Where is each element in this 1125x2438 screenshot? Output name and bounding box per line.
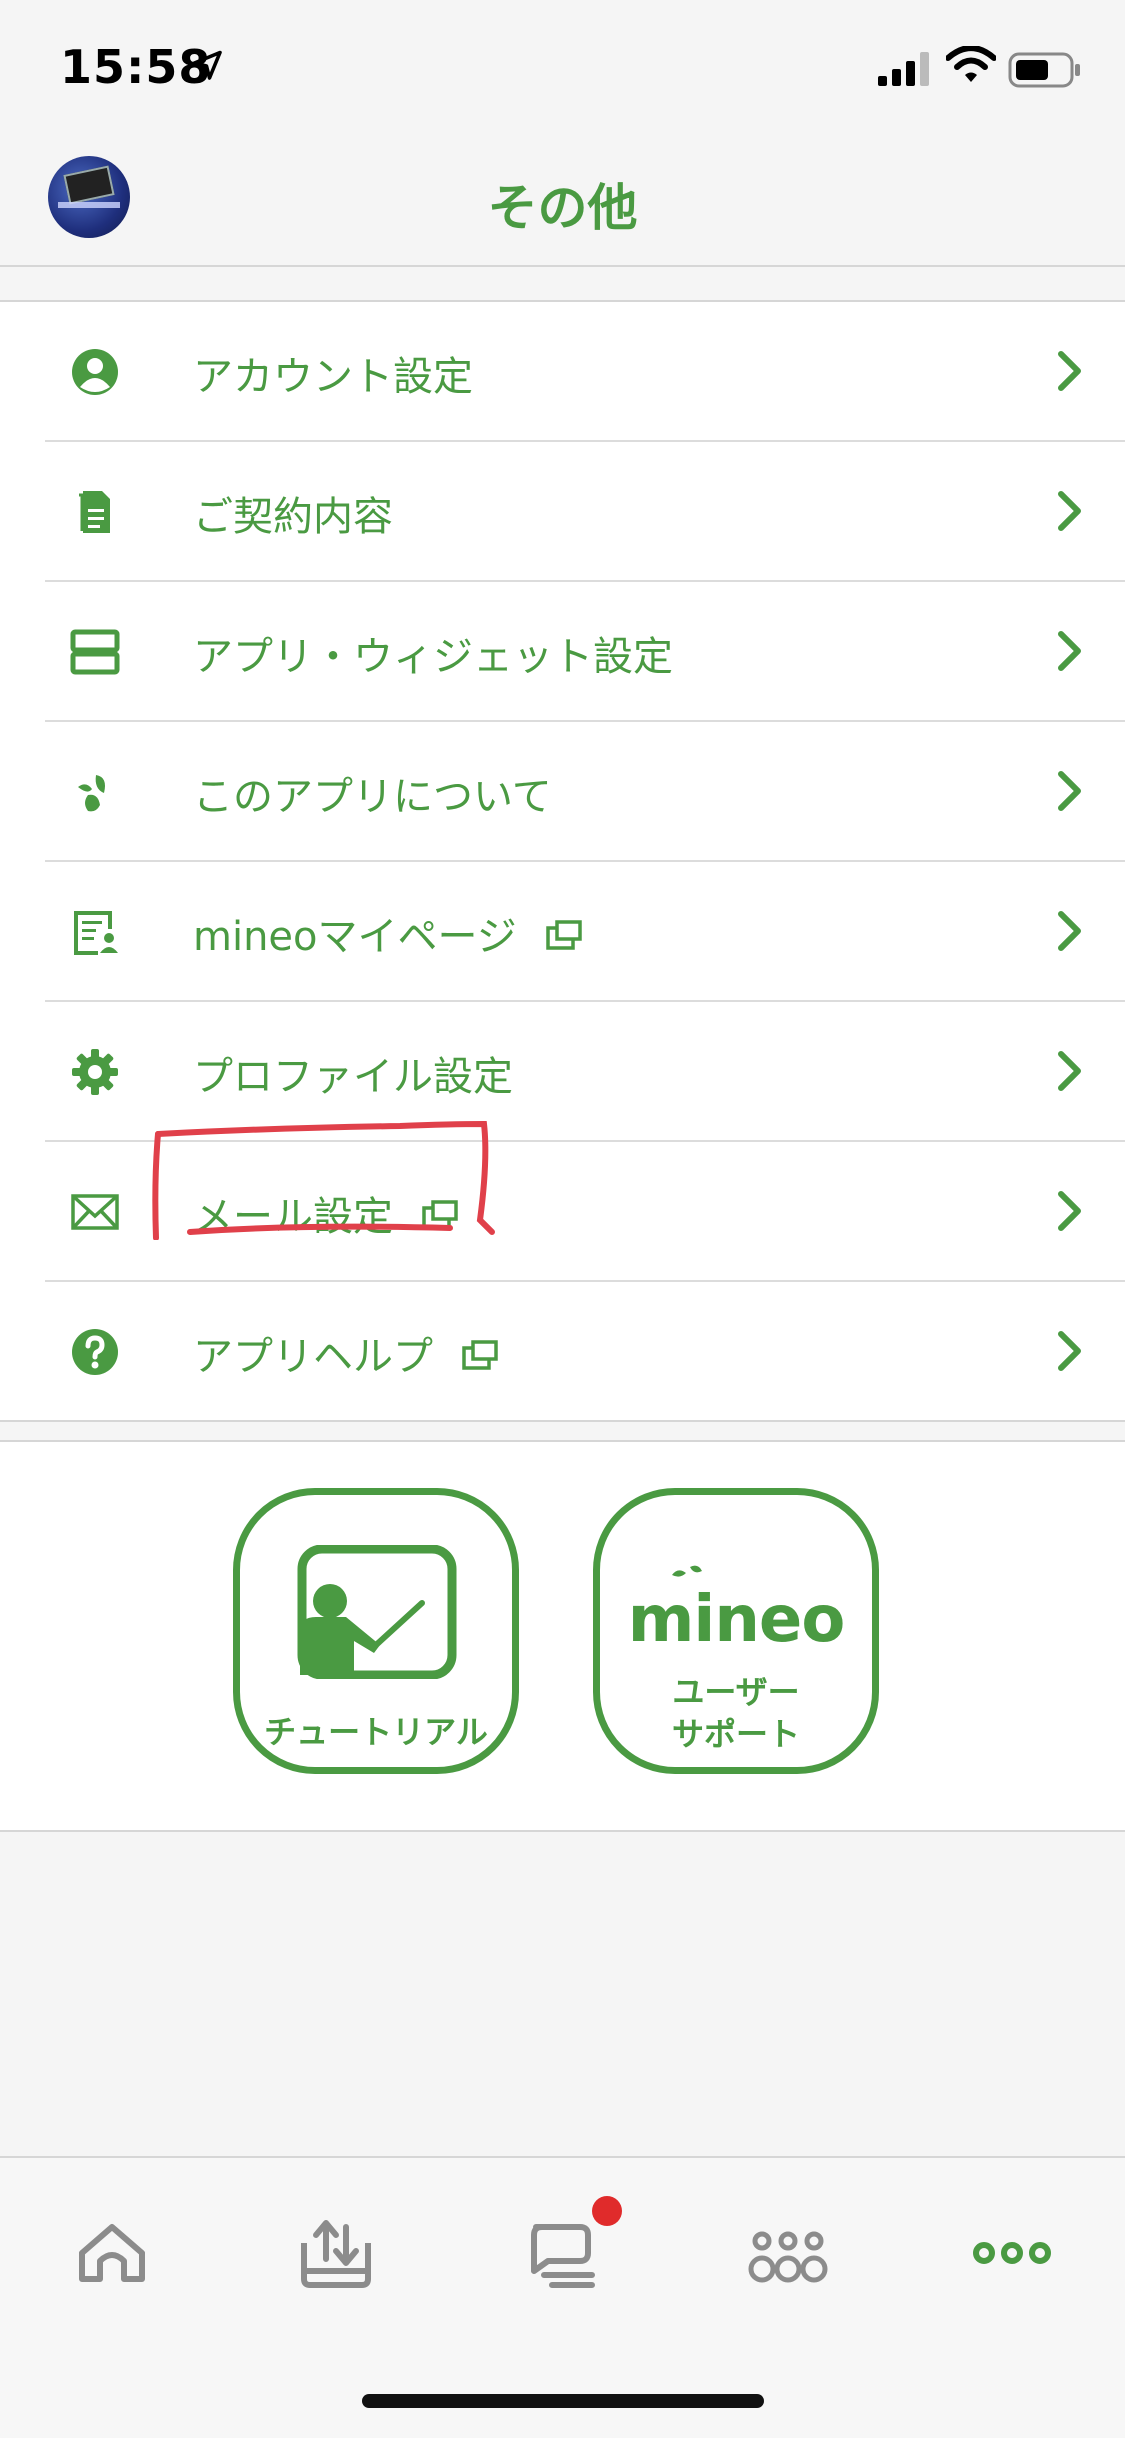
chevron-right-icon [1058,1331,1081,1371]
battery-icon [1008,52,1080,88]
chevron-right-icon [1058,911,1081,951]
page-title: その他 [487,179,638,237]
chevron-right-icon [1058,771,1081,811]
nav-header: その他 [0,140,1125,267]
menu-item-account-settings[interactable]: アカウント設定 [45,302,1125,442]
chevron-right-icon [1058,631,1081,671]
menu-item-mineo-mypage[interactable]: mineoマイページ [45,862,1125,1002]
chevron-right-icon [1058,1051,1081,1091]
mineo-logo-drops [672,1565,702,1577]
mypage-icon [74,911,118,955]
menu-item-app-help[interactable]: アプリヘルプ [45,1282,1125,1420]
chevron-right-icon [1058,491,1081,531]
chevron-right-icon [1058,351,1081,391]
tutorial-label: チュートリアル [264,1713,488,1751]
mail-icon [71,1194,119,1230]
menu-item-mail-settings[interactable]: メール設定 [45,1142,1125,1282]
tutorial-button[interactable]: チュートリアル [233,1488,519,1774]
menu-item-label: プロファイル設定 [193,1054,513,1100]
help-icon [72,1329,118,1375]
shortcut-area: チュートリアル mineo ユーザー サポート [0,1440,1125,1832]
widget-icon [70,629,120,675]
settings-menu: アカウント設定 ご契約内容 アプリ・ウィジェット設定 このアプリについて min… [0,300,1125,1422]
menu-item-label: メール設定 [193,1184,459,1242]
menu-item-label: アプリヘルプ [193,1324,499,1382]
more-icon[interactable] [972,2213,1052,2293]
status-time: 15:58 [60,40,212,94]
home-icon[interactable] [72,2213,152,2293]
chat-icon[interactable] [522,2213,602,2293]
menu-item-label: アカウント設定 [193,354,473,400]
tutorial-presentation-icon [297,1545,457,1679]
wifi-icon [946,46,996,82]
menu-item-label: アプリ・ウィジェット設定 [193,634,673,680]
account-icon [72,349,118,395]
menu-item-label: このアプリについて [193,774,552,820]
home-indicator [362,2394,764,2408]
external-link-icon [422,1200,458,1230]
location-arrow-icon [192,50,222,80]
menu-item-label: ご契約内容 [193,494,393,540]
notification-badge [592,2196,622,2226]
contract-document-icon [79,491,110,533]
upload-tray-icon[interactable] [296,2213,376,2293]
gear-icon [72,1049,118,1095]
user-support-button[interactable]: mineo ユーザー サポート [593,1488,879,1774]
community-icon[interactable] [748,2213,828,2293]
cellular-signal-icon [878,52,929,86]
menu-item-profile-settings[interactable]: プロファイル設定 [45,1002,1125,1142]
status-bar: 15:58 [0,0,1125,140]
mineo-leaf-icon [78,775,105,812]
chevron-right-icon [1058,1191,1081,1231]
mineo-logo: mineo [627,1583,846,1657]
menu-item-label: mineoマイページ [193,904,583,962]
menu-item-contract-details[interactable]: ご契約内容 [45,442,1125,582]
external-link-icon [545,920,582,950]
menu-item-about-app[interactable]: このアプリについて [45,722,1125,862]
external-link-icon [462,1340,498,1370]
menu-item-app-widget-settings[interactable]: アプリ・ウィジェット設定 [45,582,1125,722]
user-support-label: ユーザー サポート [671,1673,800,1753]
